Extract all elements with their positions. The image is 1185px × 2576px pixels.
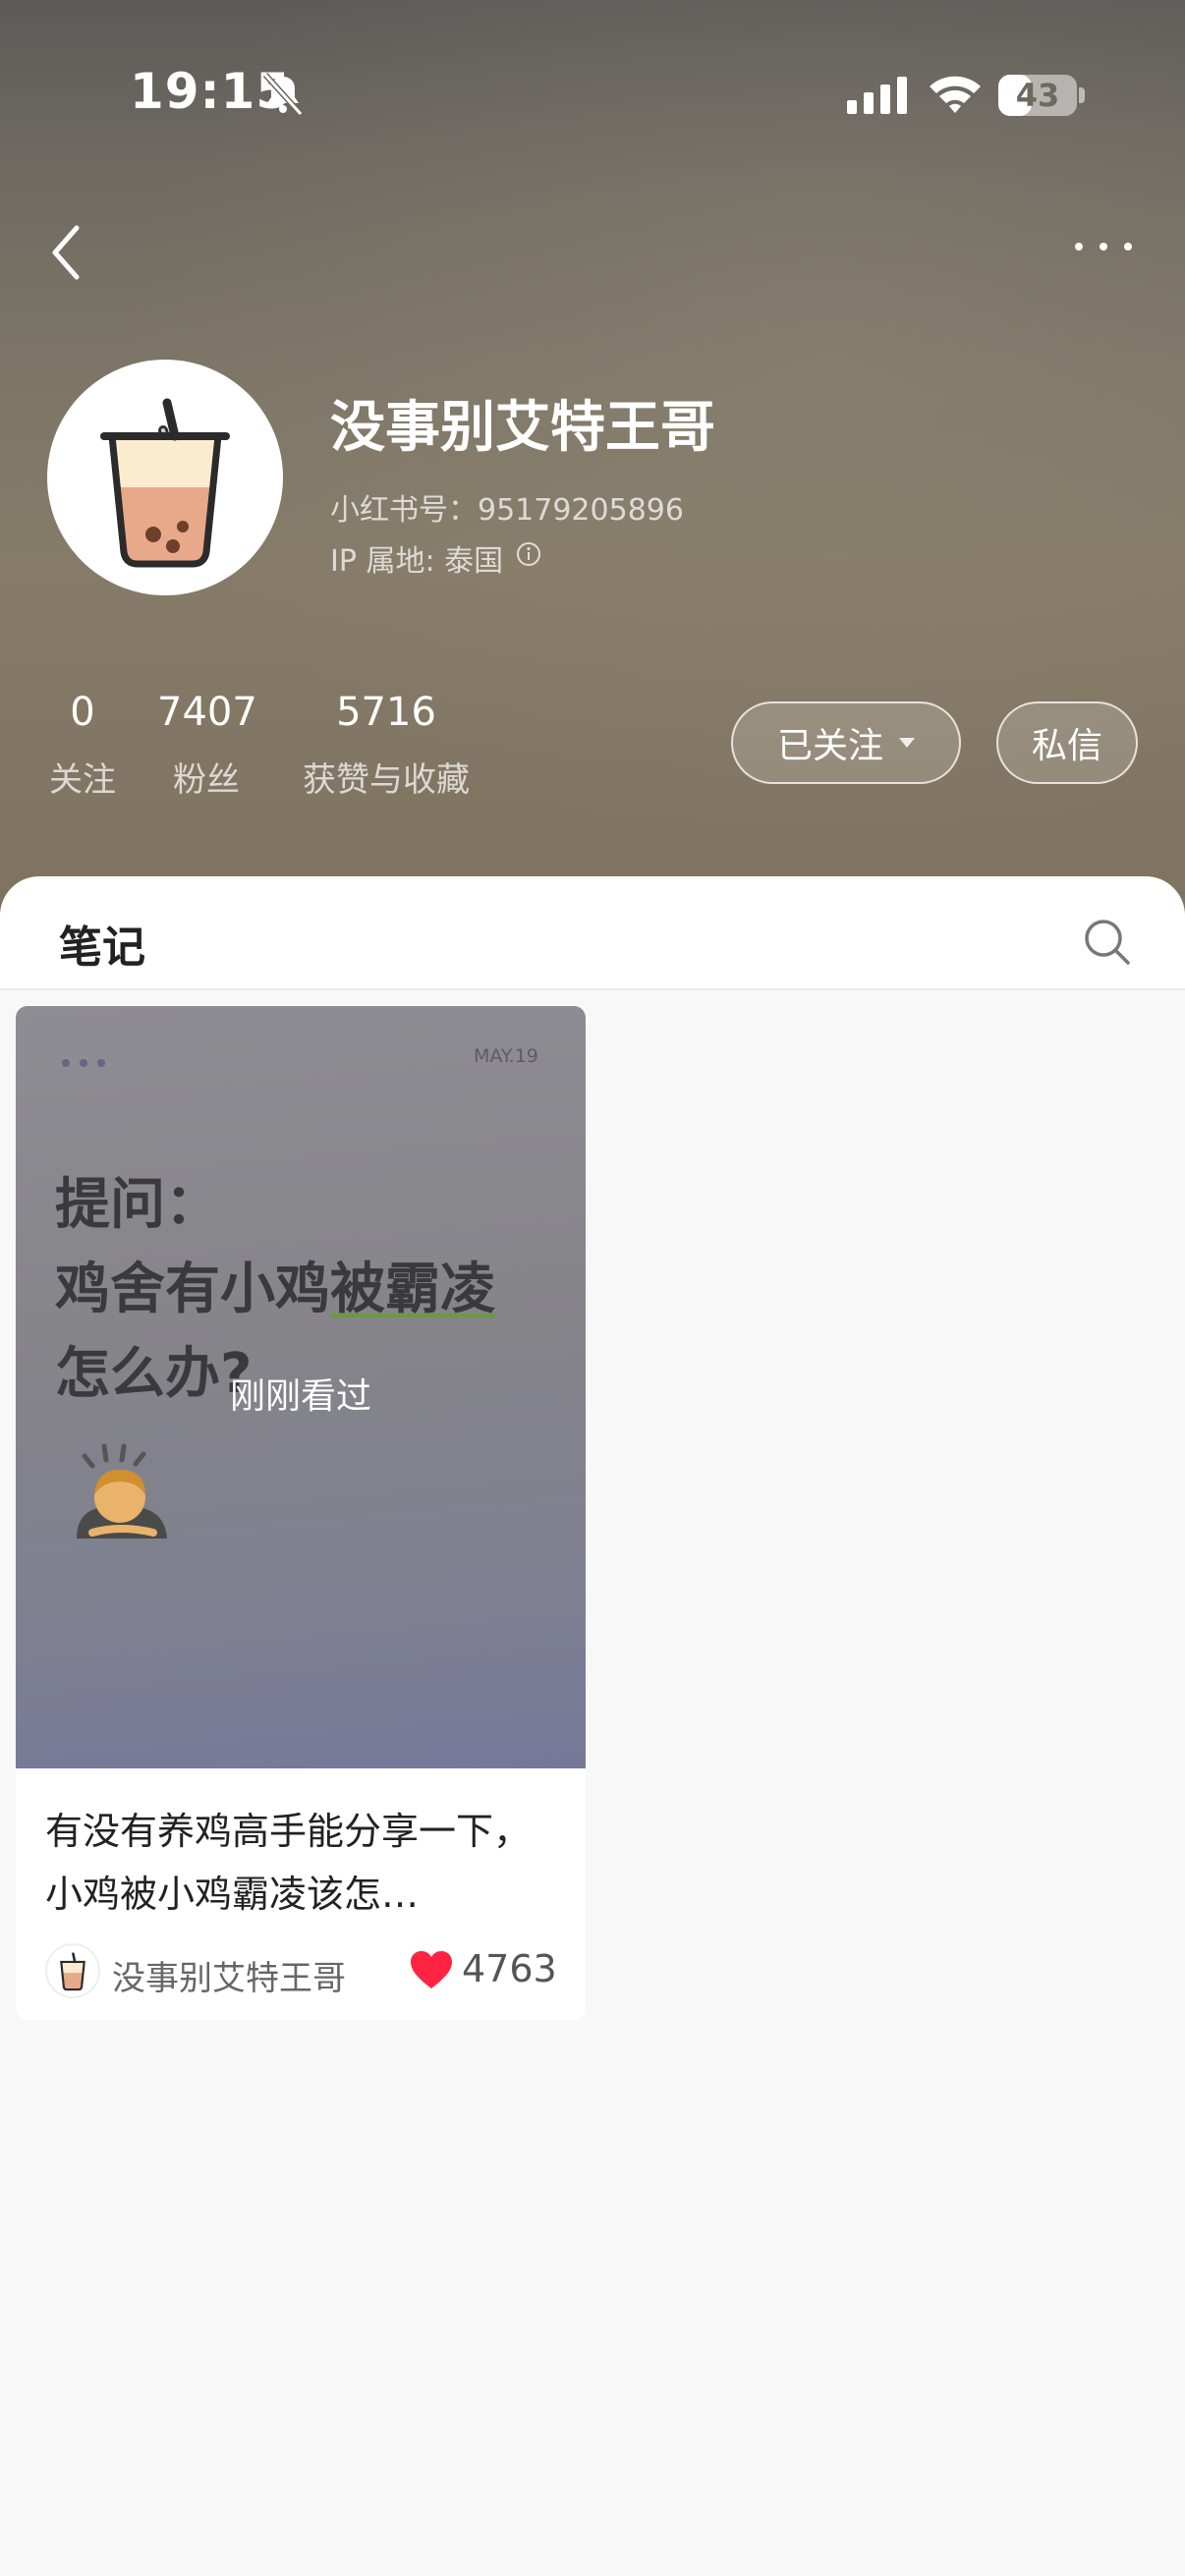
author-avatar[interactable] bbox=[45, 1943, 100, 1998]
note-card[interactable]: MAY.19 提问： 鸡舍有小鸡被霸凌 怎么办? 刚刚看过 有没有养鸡高手能分享… bbox=[16, 1006, 586, 2020]
stat-fans[interactable]: 7407 粉丝 bbox=[157, 690, 257, 801]
cover-title-line: 提问： bbox=[55, 1173, 220, 1237]
search-icon[interactable] bbox=[1083, 918, 1132, 967]
cover-title-line: 鸡舍有小鸡被霸凌 bbox=[55, 1258, 495, 1321]
battery-tip bbox=[1079, 87, 1085, 103]
bubble-tea-icon bbox=[100, 398, 230, 568]
wifi-icon bbox=[930, 76, 981, 113]
note-author[interactable]: 没事别艾特王哥 bbox=[112, 1951, 346, 1999]
notes-panel: 笔记 MAY.19 提问： 鸡舍有小鸡被霸凌 怎么办? 刚刚看过 有没有养鸡高手… bbox=[0, 876, 1185, 2576]
cellular-signal-icon bbox=[847, 77, 907, 114]
stat-value: 5716 bbox=[336, 690, 436, 735]
caret-down-icon bbox=[899, 738, 915, 748]
more-dots-icon[interactable] bbox=[1073, 232, 1134, 261]
stat-following[interactable]: 0 关注 bbox=[43, 690, 122, 801]
chevron-left-icon[interactable] bbox=[43, 218, 92, 287]
profile-ip-location: IP 属地: 泰国 bbox=[330, 544, 504, 579]
avatar[interactable] bbox=[47, 360, 283, 595]
profile-name: 没事别艾特王哥 bbox=[330, 396, 715, 460]
cover-date: MAY.19 bbox=[474, 1045, 538, 1067]
note-cover[interactable]: MAY.19 提问： 鸡舍有小鸡被霸凌 怎么办? 刚刚看过 bbox=[16, 1006, 586, 1768]
stat-label: 关注 bbox=[49, 760, 116, 800]
tab-bar: 笔记 bbox=[0, 876, 1185, 990]
battery-level: 43 bbox=[1015, 77, 1060, 114]
stat-label: 粉丝 bbox=[173, 760, 240, 800]
dots-icon bbox=[62, 1059, 105, 1067]
stat-value: 7407 bbox=[157, 690, 257, 735]
followed-button[interactable]: 已关注 bbox=[731, 701, 961, 784]
profile-id[interactable]: 小红书号：95179205896 bbox=[330, 485, 684, 529]
note-title: 有没有养鸡高手能分享一下，小鸡被小鸡霸凌该怎… bbox=[45, 1810, 532, 1916]
cover-title-highlight: 被霸凌 bbox=[330, 1258, 495, 1321]
bell-muted-icon bbox=[262, 72, 304, 117]
stat-label: 获赞与收藏 bbox=[303, 760, 470, 800]
heart-icon[interactable] bbox=[409, 1949, 454, 1990]
note-likes-count: 4763 bbox=[462, 1947, 557, 1990]
stat-likes-and-collections[interactable]: 5716 获赞与收藏 bbox=[295, 690, 478, 801]
tab-notes[interactable]: 笔记 bbox=[59, 912, 145, 975]
followed-label: 已关注 bbox=[776, 726, 883, 766]
recently-viewed-label: 刚刚看过 bbox=[229, 1376, 371, 1417]
message-button[interactable]: 私信 bbox=[996, 701, 1138, 784]
battery-icon: 43 bbox=[998, 75, 1077, 116]
stat-value: 0 bbox=[70, 690, 95, 735]
info-icon[interactable] bbox=[515, 540, 542, 568]
profile-page: 19:15 43 没事别艾特王哥 小红书号：95179205896 IP 属地:… bbox=[0, 0, 1185, 2576]
person-bowing-icon bbox=[77, 1443, 167, 1539]
bubble-tea-icon bbox=[60, 1952, 85, 1991]
message-label: 私信 bbox=[1031, 726, 1102, 766]
